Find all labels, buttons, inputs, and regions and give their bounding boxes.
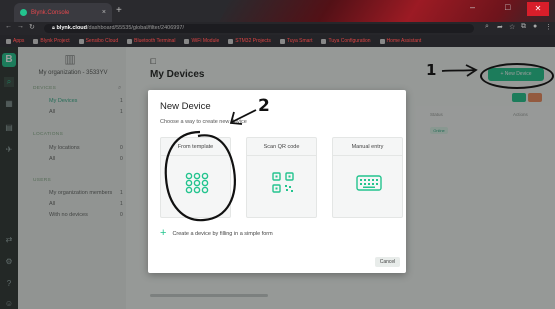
share-icon[interactable]: ➦: [497, 23, 503, 31]
option-divider: [333, 155, 402, 156]
annotation-number-one: 1: [426, 61, 437, 79]
bookmark[interactable]: Tuya Configuration: [321, 38, 371, 44]
annotation-circle-from-template: [164, 130, 236, 222]
qr-code-icon: [272, 172, 294, 193]
forward-icon[interactable]: →: [17, 23, 24, 30]
bookmark-icon: [279, 38, 285, 44]
browser-tab[interactable]: Blynk.Console ×: [14, 3, 112, 22]
url-path: /dashboard/55535/global/filter/2406997/: [87, 25, 184, 31]
bookmark[interactable]: WiFi Module: [184, 38, 219, 44]
bookmark[interactable]: Bluetooth Terminal: [127, 38, 175, 44]
window-close-icon[interactable]: ✕: [527, 2, 549, 16]
bookmark[interactable]: Apps: [6, 38, 24, 44]
back-icon[interactable]: ←: [5, 23, 12, 30]
plus-icon: +: [160, 227, 167, 239]
option-scan-qr[interactable]: Scan QR code: [246, 137, 317, 218]
close-tab-icon[interactable]: ×: [102, 9, 106, 16]
bookmark-icon: [78, 38, 84, 44]
option-divider: [247, 155, 316, 156]
bookmark-icon: [321, 38, 327, 44]
annotation-arrow-icon: [229, 109, 257, 125]
address-bar[interactable]: 🔒︎ blynk.cloud/dashboard/55535/global/fi…: [44, 24, 474, 33]
bookmark-icon: [184, 38, 190, 44]
bookmark[interactable]: STM32 Projects: [228, 38, 271, 44]
wallpaper-streak: [206, 0, 555, 22]
bookmark-icon: [228, 38, 234, 44]
apps-grid-icon: [6, 38, 11, 44]
reload-icon[interactable]: ↻: [29, 23, 35, 31]
search-icon[interactable]: ⌕: [485, 23, 489, 31]
dialog-title: New Device: [160, 101, 211, 112]
annotation-circle-new-device: [480, 63, 554, 89]
option-label: Manual entry: [351, 144, 384, 150]
option-manual-entry[interactable]: Manual entry: [332, 137, 403, 218]
bookmark-icon: [379, 38, 385, 44]
new-tab-icon[interactable]: +: [116, 5, 122, 16]
annotation-arrow-icon: [441, 64, 478, 77]
tab-title: Blynk.Console: [31, 9, 70, 16]
maximize-icon[interactable]: □: [505, 2, 510, 12]
cancel-button[interactable]: Cancel: [375, 257, 400, 267]
menu-icon[interactable]: ⋮: [545, 23, 552, 31]
keyboard-icon: [356, 175, 382, 191]
bookmark[interactable]: Blynk Project: [33, 38, 70, 44]
create-link-label: Create a device by filling in a simple f…: [172, 230, 273, 237]
option-label: Scan QR code: [263, 144, 300, 150]
bookmark-icon: [127, 38, 133, 44]
extensions-icon[interactable]: ⧉: [521, 23, 526, 31]
bookmark[interactable]: Home Assistant: [379, 38, 421, 44]
url-host: blynk.cloud: [56, 25, 88, 31]
blynk-favicon-icon: [20, 9, 27, 16]
minimize-icon[interactable]: –: [470, 2, 475, 12]
star-icon[interactable]: ☆: [509, 23, 515, 31]
bookmarks-bar: Apps Blynk Project Sensibo Cloud Bluetoo…: [0, 35, 555, 47]
profile-icon[interactable]: ●: [533, 23, 537, 30]
bookmark[interactable]: Tuya Smart: [279, 38, 312, 44]
create-device-form-link[interactable]: + Create a device by filling in a simple…: [160, 227, 273, 239]
bookmark[interactable]: Sensibo Cloud: [78, 38, 118, 44]
bookmark-icon: [33, 38, 39, 44]
